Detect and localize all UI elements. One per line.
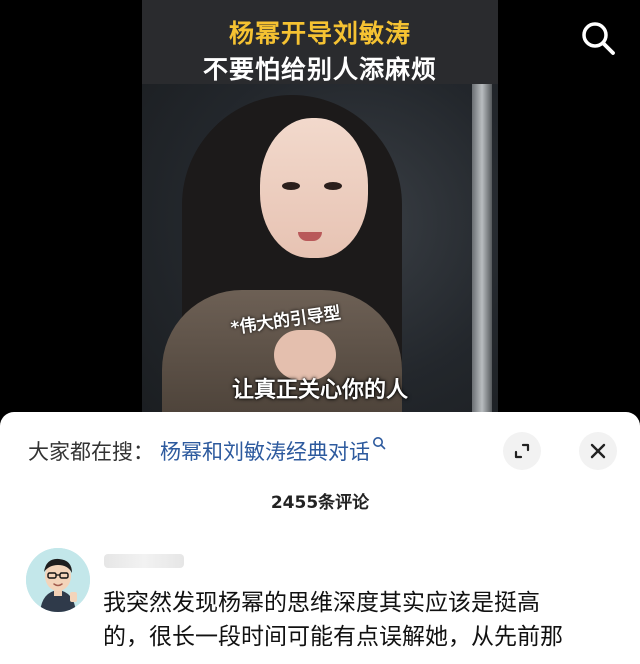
search-button[interactable] [576,16,620,60]
expand-icon [514,443,530,459]
suggested-search-row: 大家都在搜： 杨幂和刘敏涛经典对话 [28,436,386,466]
close-button[interactable] [579,432,617,470]
suggested-search-link[interactable]: 杨幂和刘敏涛经典对话 [160,436,370,466]
video-player[interactable]: 杨幂开导刘敏涛 不要怕给别人添麻烦 *伟大的引导型 让真正关心你的人 [142,0,498,430]
video-caption-banner: 杨幂开导刘敏涛 不要怕给别人添麻烦 [142,0,498,84]
comment-line: 我突然发现杨幂的思维深度其实应该是挺高 [103,590,540,616]
search-icon[interactable] [372,436,386,466]
comment-body: 我突然发现杨幂的思维深度其实应该是挺高 的，很长一段时间可能有点误解她，从先前那 [103,586,623,654]
expand-button[interactable] [503,432,541,470]
comment-line: 的，很长一段时间可能有点误解她，从先前那 [103,624,563,650]
cartoon-avatar-icon [26,548,90,612]
video-title-line1: 杨幂开导刘敏涛 [228,19,411,48]
screen: 杨幂开导刘敏涛 不要怕给别人添麻烦 *伟大的引导型 让真正关心你的人 大家都在搜… [0,0,640,664]
person-eye-right [324,182,342,190]
person-eye-left [282,182,300,190]
comment-count: 2455条评论 [270,493,370,513]
search-icon [582,22,615,55]
suggested-search-label: 大家都在搜： [28,440,154,464]
commenter-avatar[interactable] [26,548,90,612]
commenter-name-blurred [104,554,184,568]
close-icon [590,443,606,459]
comments-sheet: 大家都在搜： 杨幂和刘敏涛经典对话 2455条评论 我突然发现杨幂的思维深度其实… [0,412,640,664]
video-subtitle: 让真正关心你的人 [231,378,408,403]
video-title-line2: 不要怕给别人添麻烦 [202,55,437,84]
